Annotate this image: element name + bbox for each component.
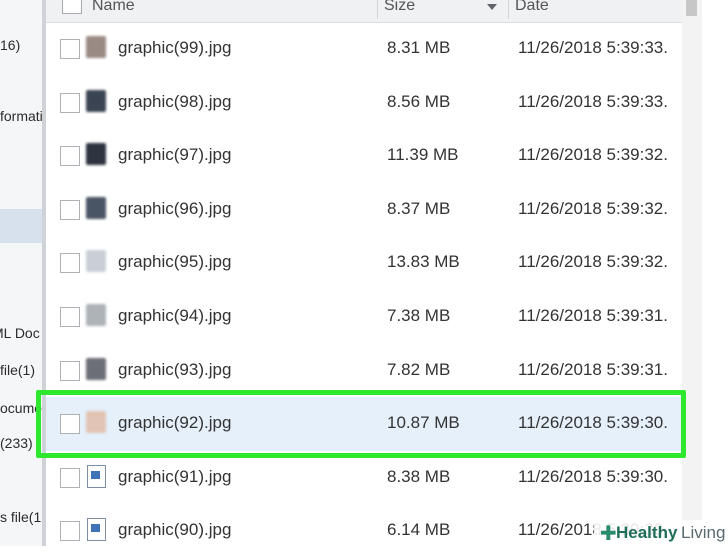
row-checkbox[interactable] <box>60 307 80 327</box>
file-row[interactable]: graphic(94).jpg 7.38 MB 11/26/2018 5:39:31… <box>46 290 682 344</box>
file-row[interactable]: graphic(90).jpg 6.14 MB 11/26/2018 5:39:30… <box>46 504 682 558</box>
row-checkbox[interactable] <box>60 199 80 220</box>
sidebar-item[interactable]: s file(17 <box>0 509 42 525</box>
file-row[interactable]: graphic(98).jpg 8.56 MB 11/26/2018 5:39:33… <box>46 76 682 130</box>
file-name[interactable]: graphic(93).jpg <box>118 360 231 380</box>
file-date: 11/26/2018 5:39:31. <box>518 306 668 325</box>
row-checkbox[interactable] <box>60 146 80 167</box>
file-date: 11/26/2018 5:39:30. <box>518 466 668 486</box>
file-date: 11/26/2018 5:39:31. <box>518 359 668 379</box>
plus-logo-icon: ✚ <box>600 523 617 545</box>
scrollbar-thumb[interactable] <box>686 0 697 16</box>
file-date: 11/26/2018 5:39:32. <box>518 145 668 165</box>
vertical-scrollbar[interactable] <box>682 0 702 546</box>
image-file-icon-picture <box>91 524 100 533</box>
file-size: 6.14 MB <box>387 520 451 540</box>
file-name[interactable]: graphic(95).jpg <box>118 252 231 272</box>
column-header-name[interactable]: Name <box>92 0 135 19</box>
row-checkbox[interactable] <box>60 253 80 274</box>
thumbnail-icon <box>86 250 106 273</box>
thumbnail-icon <box>86 89 106 112</box>
column-header-size-label: Size <box>384 0 416 14</box>
file-name[interactable]: graphic(98).jpg <box>118 92 231 112</box>
row-checkbox[interactable] <box>60 521 80 542</box>
file-name[interactable]: graphic(99).jpg <box>118 38 231 58</box>
image-file-icon <box>87 518 106 542</box>
sort-descending-icon <box>487 4 497 10</box>
file-size: 8.56 MB <box>387 91 451 111</box>
file-size: 13.83 MB <box>387 252 460 272</box>
thumbnail-icon <box>86 357 106 380</box>
file-list: Name Size Date graphic(99).jpg 8.31 MB 11/… <box>46 0 728 546</box>
column-header-date[interactable]: Date <box>508 0 685 19</box>
thumbnail-icon <box>86 196 106 219</box>
file-size: 7.38 MB <box>387 306 451 325</box>
file-row[interactable]: graphic(97).jpg 11.39 MB 11/26/2018 5:39:3… <box>46 129 682 183</box>
healthy-living-watermark: ✚ Healthy Living <box>594 520 728 546</box>
file-name[interactable]: graphic(90).jpg <box>118 520 231 540</box>
sidebar-item[interactable]: 16) <box>0 37 20 53</box>
select-all-checkbox[interactable] <box>62 0 82 14</box>
sidebar-item[interactable]: file(1) <box>0 362 35 378</box>
file-row[interactable]: graphic(96).jpg 8.37 MB 11/26/2018 5:39:32… <box>46 183 682 237</box>
sidebar-item[interactable]: (233) <box>0 435 33 451</box>
sidebar-item[interactable]: formati <box>0 108 42 124</box>
file-size: 7.82 MB <box>387 359 451 379</box>
file-date: 11/26/2018 5:39:32. <box>518 252 668 272</box>
file-name[interactable]: graphic(91).jpg <box>118 467 231 487</box>
file-name[interactable]: graphic(94).jpg <box>118 306 231 326</box>
file-size: 8.31 MB <box>387 38 451 57</box>
row-checkbox[interactable] <box>60 360 80 381</box>
sidebar-item[interactable]: ML Doc <box>0 325 40 341</box>
file-size: 11.39 MB <box>387 145 459 165</box>
file-row[interactable]: graphic(91).jpg 8.38 MB 11/26/2018 5:39:30… <box>46 451 682 505</box>
thumbnail-icon <box>86 304 106 326</box>
thumbnail-icon <box>86 36 106 58</box>
selection-highlight-box <box>36 390 686 458</box>
file-size: 8.38 MB <box>387 466 451 486</box>
row-checkbox[interactable] <box>60 92 80 113</box>
file-size: 8.37 MB <box>387 198 451 218</box>
column-header-date-label: Date <box>515 0 549 14</box>
sidebar-selection <box>0 209 42 243</box>
file-name[interactable]: graphic(96).jpg <box>118 199 231 219</box>
file-row[interactable]: graphic(99).jpg 8.31 MB 11/26/2018 5:39:33… <box>46 22 682 76</box>
watermark-brand-b: Living <box>681 523 726 542</box>
row-checkbox[interactable] <box>60 467 80 488</box>
file-date: 11/26/2018 5:39:32. <box>518 198 668 218</box>
watermark-brand-a: Healthy <box>616 523 678 542</box>
thumbnail-icon <box>86 143 106 166</box>
navigation-pane: 16) formati ML Doc file(1) ocume (233) s… <box>0 0 43 546</box>
file-date: 11/26/2018 5:39:33. <box>518 38 668 57</box>
image-file-icon <box>87 464 106 488</box>
image-file-icon-picture <box>91 470 100 479</box>
file-row[interactable]: graphic(95).jpg 13.83 MB 11/26/2018 5:39:3… <box>46 236 682 290</box>
column-header-bar: Name Size Date <box>46 0 682 23</box>
file-date: 11/26/2018 5:39:33. <box>518 91 668 111</box>
file-name[interactable]: graphic(97).jpg <box>118 145 231 165</box>
row-checkbox[interactable] <box>60 39 80 59</box>
